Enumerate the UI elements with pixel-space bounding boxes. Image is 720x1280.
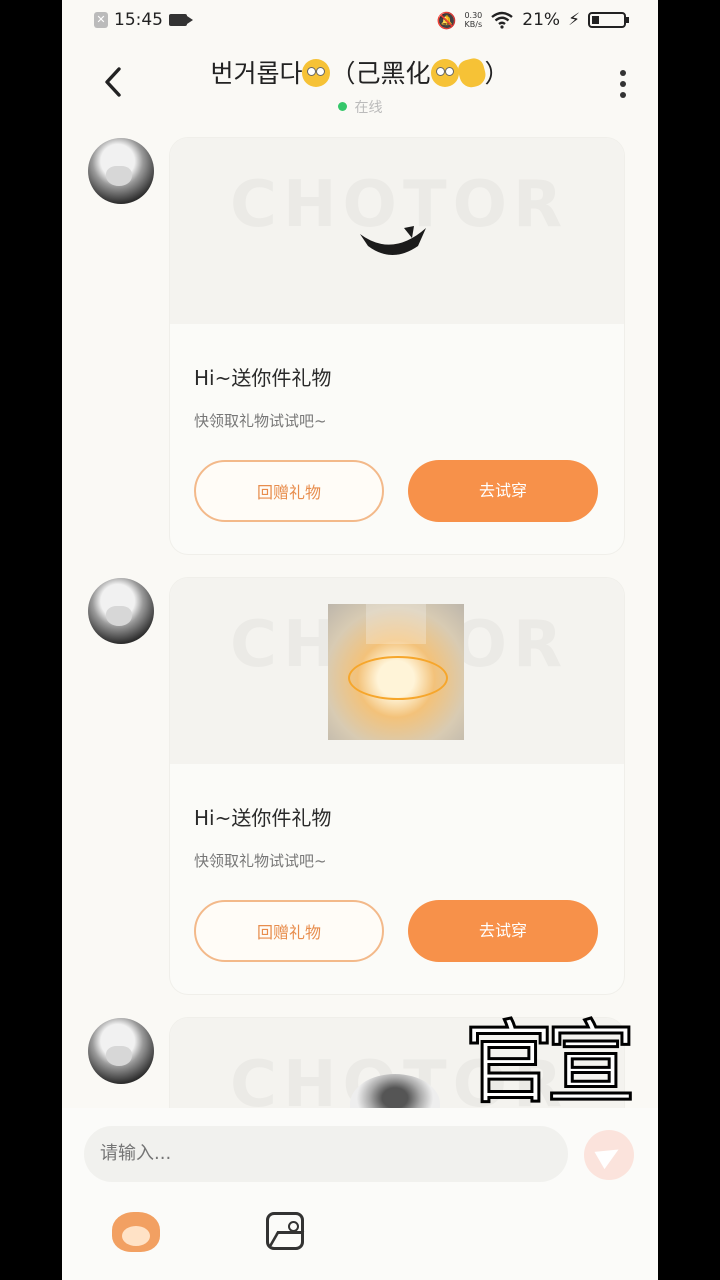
gift-card: CHOTOR Hi~送你件礼物 快领取礼物试试吧~ 回赠礼物 去试穿 [170,578,624,994]
send-icon[interactable] [584,1130,634,1180]
try-on-button[interactable]: 去试穿 [408,460,598,522]
message-composer [62,1108,658,1280]
gift-item-image [328,604,464,740]
try-on-button[interactable]: 去试穿 [408,900,598,962]
status-time: 15:45 [114,10,163,30]
gift-card: CHOTOR Hi~送你件礼物 快领取礼物试试吧~ 回赠礼物 去试穿 [170,138,624,554]
wifi-icon [491,11,514,29]
chat-title: 번거롭다 （己黑化 ） [122,54,598,90]
eye-roll-emoji-icon [430,59,459,87]
mute-icon: 🔕 [436,10,457,30]
gift-item-image [360,226,426,255]
sticker-icon[interactable] [112,1212,160,1252]
title-name: 번거롭다 [210,59,303,88]
return-gift-button[interactable]: 回赠礼物 [194,460,384,522]
gift-title: Hi~送你件礼物 [194,366,332,390]
more-icon[interactable] [620,70,628,102]
gift-subtitle: 快领取礼物试试吧~ [194,852,327,870]
online-label: 在线 [354,100,383,116]
video-icon [169,14,193,26]
network-speed: 0.30 KB/s [464,11,482,29]
eye-roll-emoji-icon [302,59,331,87]
avatar[interactable] [88,138,154,204]
title-close: ） [484,59,510,88]
gift-subtitle: 快领取礼物试试吧~ [194,412,327,430]
speed-value: 0.30 [464,11,483,20]
message-input[interactable] [84,1126,568,1182]
battery-icon [588,12,629,28]
charging-icon: ⚡ [568,10,580,30]
avatar[interactable] [88,578,154,644]
status-bar: ✕ 15:45 🔕 0.30 KB/s 21% ⚡ [62,0,658,42]
gift-preview[interactable]: CHOTOR [170,138,624,324]
gift-title: Hi~送你件礼物 [194,806,332,830]
clap-emoji-icon [455,56,488,90]
title-note: （己黑化 [330,59,431,88]
avatar[interactable] [88,1018,154,1084]
online-status: 在线 [62,97,658,117]
notification-icon: ✕ [94,12,108,28]
online-dot-icon [337,102,347,111]
image-picker-icon[interactable] [266,1212,304,1250]
gift-preview[interactable]: CHOTOR [170,578,624,764]
phone-screen: ✕ 15:45 🔕 0.30 KB/s 21% ⚡ 번거롭다 （己黑化 ） 在线… [62,0,658,1280]
speed-unit: KB/s [464,20,483,29]
chat-header: 번거롭다 （己黑化 ） 在线 [62,42,658,122]
return-gift-button[interactable]: 回赠礼物 [194,900,384,962]
battery-percent: 21% [522,10,561,30]
overlay-caption: 官宣 [463,1010,638,1118]
